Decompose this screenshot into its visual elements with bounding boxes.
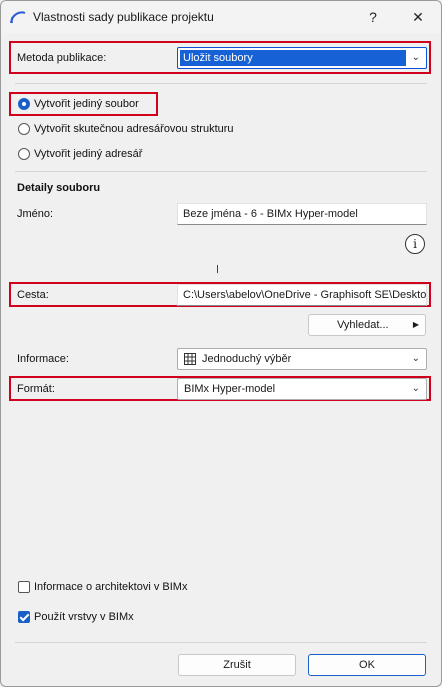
info-label: Informace:: [17, 353, 69, 365]
browse-button[interactable]: Vyhledat... ▶: [308, 314, 426, 336]
format-label: Formát:: [17, 383, 55, 395]
publish-method-dropdown[interactable]: Uložit soubory ⌄: [177, 47, 427, 69]
chevron-down-icon: ⌄: [411, 353, 420, 364]
name-label: Jméno:: [17, 208, 54, 220]
option-single-directory-label[interactable]: Vytvořit jediný adresář: [34, 148, 142, 160]
help-button[interactable]: ?: [350, 1, 396, 33]
dialog-window: Vlastnosti sady publikace projektu ? ✕ M…: [0, 0, 442, 687]
path-label: Cesta:: [17, 289, 49, 301]
info-icon[interactable]: i: [405, 234, 425, 254]
divider: [15, 171, 427, 172]
play-arrow-icon: ▶: [412, 320, 419, 329]
browse-label: Vyhledat...: [337, 319, 389, 331]
path-value: C:\Users\abelov\OneDrive - Graphisoft SE…: [183, 289, 427, 301]
info-value: Jednoduchý výběr: [202, 353, 292, 365]
title-bar: Vlastnosti sady publikace projektu ? ✕: [1, 1, 441, 33]
cancel-button[interactable]: Zrušit: [178, 654, 296, 676]
details-heading: Detaily souboru: [17, 182, 101, 194]
publish-method-value: Uložit soubory: [183, 52, 253, 64]
publish-method-label: Metoda publikace:: [17, 52, 107, 64]
close-button[interactable]: ✕: [395, 1, 441, 33]
option-single-file-label[interactable]: Vytvořit jediný soubor: [34, 98, 139, 110]
name-value: Beze jména - 6 - BIMx Hyper-model: [183, 208, 358, 220]
archicad-app-icon: [10, 11, 26, 24]
format-value: BIMx Hyper-model: [184, 383, 276, 395]
architect-info-checkbox[interactable]: [18, 581, 30, 593]
divider: [15, 83, 427, 84]
window-title: Vlastnosti sady publikace projektu: [33, 10, 214, 24]
path-field[interactable]: C:\Users\abelov\OneDrive - Graphisoft SE…: [177, 284, 427, 306]
format-dropdown[interactable]: BIMx Hyper-model ⌄: [177, 378, 427, 400]
option-directory-structure-label[interactable]: Vytvořit skutečnou adresářovou strukturu: [34, 123, 234, 135]
table-icon: [184, 353, 196, 365]
chevron-down-icon: ⌄: [411, 52, 420, 63]
name-field[interactable]: Beze jména - 6 - BIMx Hyper-model: [177, 203, 427, 225]
use-layers-label[interactable]: Použít vrstvy v BIMx: [34, 611, 134, 623]
info-dropdown[interactable]: Jednoduchý výběr ⌄: [177, 348, 427, 370]
ok-button[interactable]: OK: [308, 654, 426, 676]
architect-info-label[interactable]: Informace o architektovi v BIMx: [34, 581, 187, 593]
divider: [15, 642, 427, 643]
radio-single-directory[interactable]: [18, 148, 30, 160]
use-layers-checkbox[interactable]: [18, 611, 30, 623]
cursor-mark: [217, 265, 218, 273]
chevron-down-icon: ⌄: [411, 383, 420, 394]
radio-directory-structure[interactable]: [18, 123, 30, 135]
radio-single-file[interactable]: [18, 98, 30, 110]
